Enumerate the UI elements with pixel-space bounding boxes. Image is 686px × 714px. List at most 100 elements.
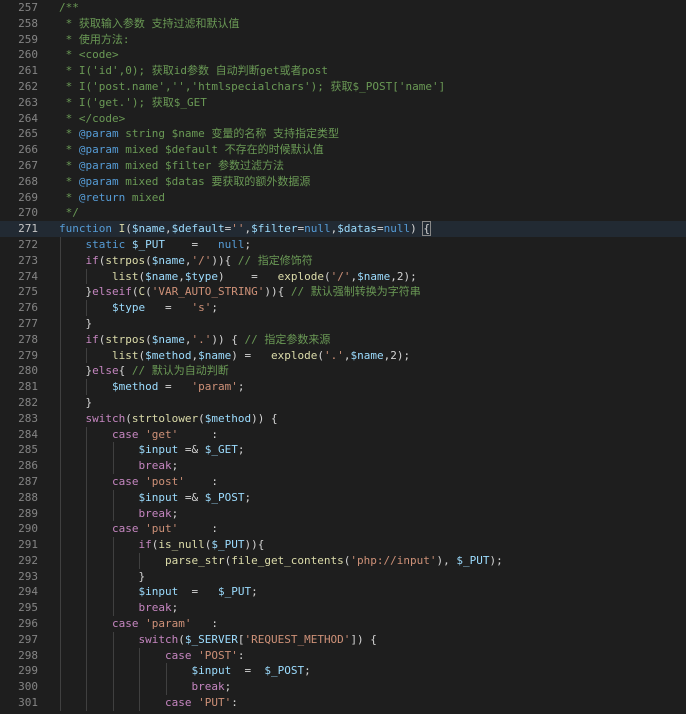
- token-control: case: [164, 696, 192, 710]
- token-default: [125, 238, 132, 251]
- token-string: 'PUT': [198, 696, 232, 710]
- code-line[interactable]: 301 case 'PUT':: [0, 695, 686, 711]
- line-number: 262: [18, 79, 38, 93]
- token-string: 's': [191, 301, 212, 315]
- token-keyword: null: [217, 237, 245, 251]
- code-line[interactable]: 297 switch($_SERVER['REQUEST_METHOD']) {: [0, 631, 686, 648]
- token-default: (: [198, 411, 205, 425]
- line-number: 269: [18, 190, 38, 204]
- token-comment: // 指定修饰符: [237, 253, 313, 267]
- code-line[interactable]: 287 case 'post' :: [0, 473, 686, 490]
- code-line[interactable]: 300 break;: [0, 679, 686, 696]
- code-line[interactable]: 261 * I('id',0); 获取id参数 自动判断get或者post: [0, 63, 686, 79]
- code-line[interactable]: 272 static $_PUT = null;: [0, 236, 686, 253]
- code-line[interactable]: 299 $input = $_POST;: [0, 663, 686, 680]
- token-keyword: @param: [78, 127, 119, 141]
- code-line[interactable]: 288 $input =& $_POST;: [0, 489, 686, 506]
- token-function: list: [111, 269, 139, 283]
- code-line[interactable]: 257 /**: [0, 0, 686, 16]
- token-default: )) {: [211, 332, 245, 346]
- code-text: if(strpos($name,'/')){ // 指定修饰符: [59, 253, 313, 269]
- code-line[interactable]: 284 case 'get' :: [0, 426, 686, 443]
- code-line[interactable]: 292 parse_str(file_get_contents('php://i…: [0, 552, 686, 569]
- code-line[interactable]: 295 break;: [0, 600, 686, 617]
- code-line[interactable]: 269 * @return mixed: [0, 190, 686, 206]
- code-line[interactable]: 262 * I('post.name','','htmlspecialchars…: [0, 79, 686, 95]
- code-line[interactable]: 291 if(is_null($_PUT)){: [0, 537, 686, 553]
- code-line[interactable]: 280 }else{ // 默认为自动判断: [0, 363, 686, 380]
- token-default: :: [178, 427, 218, 441]
- token-control: case: [111, 617, 139, 631]
- token-variable: $input: [138, 443, 179, 457]
- token-comment: *: [59, 127, 79, 141]
- line-number: 265: [18, 127, 38, 141]
- token-string: '.': [323, 348, 344, 362]
- line-number: 274: [18, 269, 38, 283]
- code-line[interactable]: 285 $input =& $_GET;: [0, 442, 686, 459]
- code-line[interactable]: 294 $input = $_PUT;: [0, 584, 686, 601]
- code-text: */: [59, 205, 79, 221]
- code-line[interactable]: 293 }: [0, 568, 686, 585]
- code-line[interactable]: 275 }elseif(C('VAR_AUTO_STRING')){ // 默认…: [0, 284, 686, 301]
- token-default: [59, 601, 138, 614]
- code-line[interactable]: 260 * <code>: [0, 47, 686, 63]
- token-default: ,2);: [383, 348, 411, 362]
- token-default: [59, 349, 112, 362]
- code-line[interactable]: 268 * @param mixed $datas 要获取的额外数据源: [0, 174, 686, 190]
- code-line[interactable]: 263 * I('get.'); 获取$_GET: [0, 95, 686, 111]
- code-line[interactable]: 267 * @param mixed $filter 参数过滤方法: [0, 158, 686, 174]
- token-comment: mixed $default 不存在的时候默认值: [118, 143, 324, 157]
- code-line[interactable]: 274 list($name,$type) = explode('/',$nam…: [0, 268, 686, 285]
- code-line[interactable]: 266 * @param mixed $default 不存在的时候默认值: [0, 142, 686, 158]
- code-text: }: [59, 569, 145, 585]
- code-text: case 'post' :: [59, 474, 218, 490]
- token-control: break: [138, 459, 172, 473]
- code-line[interactable]: 270 */: [0, 205, 686, 221]
- code-line[interactable]: 276 $type = 's';: [0, 300, 686, 316]
- token-variable: $input: [191, 664, 232, 678]
- token-keyword: null: [383, 222, 411, 236]
- token-variable: $name: [350, 348, 384, 362]
- token-default: [59, 412, 86, 425]
- token-control: if: [85, 253, 99, 267]
- code-line[interactable]: 259 * 使用方法:: [0, 32, 686, 48]
- code-line[interactable]: 271 function I($name,$default='',$filter=…: [0, 221, 686, 237]
- code-line[interactable]: 290 case 'put' :: [0, 521, 686, 538]
- code-line[interactable]: 273 if(strpos($name,'/')){ // 指定修饰符: [0, 252, 686, 269]
- token-default: }: [59, 285, 93, 299]
- line-number: 297: [18, 632, 38, 646]
- token-string: '.': [191, 332, 212, 346]
- token-control: case: [111, 427, 139, 441]
- token-comment: */: [59, 206, 79, 220]
- line-number: 275: [18, 285, 38, 299]
- code-line[interactable]: 283 switch(strtolower($method)) {: [0, 410, 686, 427]
- code-text: * I('id',0); 获取id参数 自动判断get或者post: [59, 63, 328, 79]
- code-text: $input = $_PUT;: [59, 584, 257, 600]
- code-lines: 257/** 258 * 获取输入参数 支持过滤和默认值 259 * 使用方法: 26…: [0, 0, 686, 711]
- code-text: case 'PUT':: [59, 695, 238, 711]
- code-editor[interactable]: 257/** 258 * 获取输入参数 支持过滤和默认值 259 * 使用方法: 26…: [0, 0, 686, 714]
- code-line[interactable]: 258 * 获取输入参数 支持过滤和默认值: [0, 16, 686, 32]
- token-control: case: [164, 648, 192, 662]
- code-line[interactable]: 296 case 'param' :: [0, 616, 686, 632]
- code-line[interactable]: 279 list($method,$name) = explode('.',$n…: [0, 347, 686, 364]
- code-line[interactable]: 278 if(strpos($name,'.')) { // 指定参数来源: [0, 331, 686, 348]
- token-default: [59, 664, 191, 677]
- token-default: (: [145, 253, 152, 267]
- code-line[interactable]: 289 break;: [0, 505, 686, 522]
- code-line[interactable]: 286 break;: [0, 458, 686, 474]
- token-variable: $input: [138, 585, 179, 599]
- token-comment: * <code>: [59, 48, 119, 62]
- code-line[interactable]: 277 }: [0, 315, 686, 332]
- code-line[interactable]: 298 case 'POST':: [0, 647, 686, 664]
- token-default: [112, 222, 119, 235]
- code-line[interactable]: 282 }: [0, 394, 686, 411]
- token-keyword: static: [85, 237, 126, 251]
- code-line[interactable]: 281 $method = 'param';: [0, 379, 686, 395]
- token-default: [59, 333, 86, 346]
- token-default: =: [158, 380, 192, 394]
- code-line[interactable]: 264 * </code>: [0, 111, 686, 127]
- code-text: * </code>: [59, 111, 126, 127]
- code-text: case 'get' :: [59, 427, 218, 443]
- code-line[interactable]: 265 * @param string $name 变量的名称 支持指定类型: [0, 126, 686, 142]
